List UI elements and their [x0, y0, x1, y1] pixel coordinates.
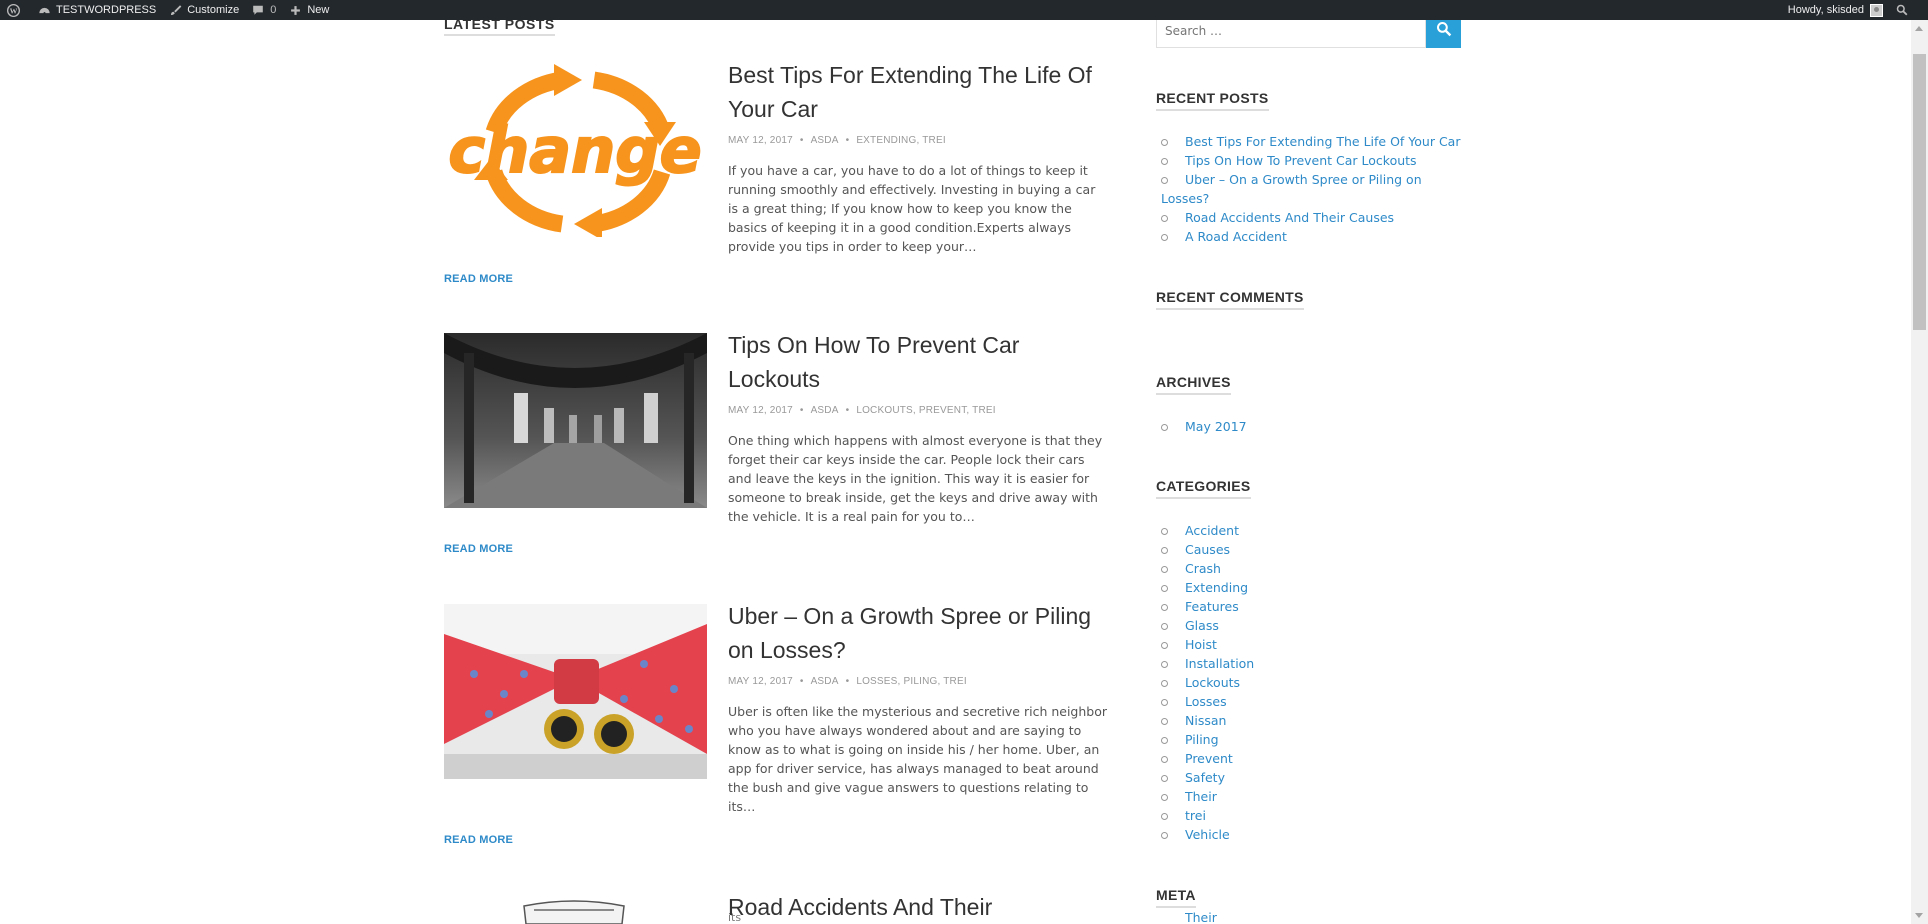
wordpress-logo-button[interactable]: W — [0, 0, 31, 20]
post-categories[interactable]: LOCKOUTS, PREVENT, TREI — [856, 405, 995, 416]
post-author[interactable]: ASDA — [811, 135, 839, 146]
post-author[interactable]: ASDA — [811, 405, 839, 416]
site-name-label: TESTWORDPRESS — [56, 4, 157, 16]
recent-post-link[interactable]: Uber – On a Growth Spree or Piling on Lo… — [1156, 170, 1461, 208]
archives-title: ARCHIVES — [1156, 374, 1231, 395]
post-categories[interactable]: EXTENDING, TREI — [856, 135, 946, 146]
category-link[interactable]: Extending — [1156, 578, 1461, 597]
recent-comments-title: RECENT COMMENTS — [1156, 289, 1304, 310]
category-link[interactable]: Prevent — [1156, 749, 1461, 768]
recent-post-link[interactable]: Tips On How To Prevent Car Lockouts — [1156, 151, 1461, 170]
post-author[interactable]: ASDA — [811, 676, 839, 687]
read-more-link[interactable]: READ MORE — [444, 543, 513, 555]
category-link[interactable]: Crash — [1156, 559, 1461, 578]
read-more-link[interactable]: READ MORE — [444, 834, 513, 846]
post-date[interactable]: MAY 12, 2017 — [728, 405, 793, 416]
category-link[interactable]: Hoist — [1156, 635, 1461, 654]
scrollbar-thumb[interactable] — [1913, 54, 1926, 330]
category-link[interactable]: Glass — [1156, 616, 1461, 635]
comments-link[interactable]: 0 — [245, 0, 282, 20]
post-thumbnail-change[interactable]: change — [444, 62, 707, 237]
meta-title: META — [1156, 887, 1196, 908]
site-name-link[interactable]: TESTWORDPRESS — [31, 0, 162, 20]
meta-partial-link[interactable]: Their — [1185, 912, 1217, 924]
wordpress-icon: W — [6, 3, 20, 17]
scroll-up-arrow-icon[interactable] — [1915, 26, 1923, 31]
dashboard-icon — [37, 3, 51, 17]
svg-text:change: change — [448, 114, 701, 187]
category-link[interactable]: Accident — [1156, 521, 1461, 540]
category-link[interactable]: Safety — [1156, 768, 1461, 787]
category-link[interactable]: Nissan — [1156, 711, 1461, 730]
category-link[interactable]: Installation — [1156, 654, 1461, 673]
post-title-link[interactable]: Uber – On a Growth Spree or Piling on Lo… — [728, 599, 1098, 667]
archives-list: May 2017 — [1156, 417, 1461, 436]
search-icon — [1895, 3, 1909, 17]
read-more-link[interactable]: READ MORE — [444, 273, 513, 285]
admin-bar: W TESTWORDPRESS Customize 0 New Howdy, s… — [0, 0, 1928, 20]
plus-icon — [288, 3, 302, 17]
customize-label: Customize — [187, 4, 240, 16]
categories-title: CATEGORIES — [1156, 478, 1251, 499]
post-excerpt: If you have a car, you have to do a lot … — [728, 163, 1096, 254]
recent-posts-title: RECENT POSTS — [1156, 90, 1269, 111]
svg-text:W: W — [9, 6, 17, 15]
archive-link[interactable]: May 2017 — [1156, 417, 1461, 436]
recent-post-link[interactable]: Road Accidents And Their Causes — [1156, 208, 1461, 227]
recent-post-link[interactable]: Best Tips For Extending The Life Of Your… — [1156, 132, 1461, 151]
categories-list: Accident Causes Crash Extending Features… — [1156, 521, 1461, 844]
comments-count: 0 — [270, 4, 277, 16]
category-link[interactable]: Losses — [1156, 692, 1461, 711]
search-icon — [1436, 21, 1452, 41]
post-excerpt: Uber is often like the mysterious and se… — [728, 704, 1107, 814]
new-content-link[interactable]: New — [282, 0, 335, 20]
category-link[interactable]: Their — [1156, 787, 1461, 806]
page-scrollbar[interactable] — [1911, 20, 1928, 924]
comment-bubble-icon — [251, 3, 265, 17]
post-date[interactable]: MAY 12, 2017 — [728, 676, 793, 687]
post-title-link[interactable]: Best Tips For Extending The Life Of Your… — [728, 58, 1098, 126]
post-thumbnail-bowtie[interactable] — [444, 604, 707, 779]
recent-post-link[interactable]: A Road Accident — [1156, 227, 1461, 246]
category-link[interactable]: trei — [1156, 806, 1461, 825]
scroll-down-arrow-icon[interactable] — [1915, 913, 1923, 918]
post-categories[interactable]: LOSSES, PILING, TREI — [856, 676, 967, 687]
avatar — [1870, 3, 1883, 17]
my-account-link[interactable]: Howdy, skisded — [1782, 0, 1889, 20]
brush-icon — [168, 3, 182, 17]
post-meta: MAY 12, 2017 • ASDA • EXTENDING, TREI — [728, 135, 946, 146]
recent-posts-list: Best Tips For Extending The Life Of Your… — [1156, 132, 1461, 246]
post-date[interactable]: MAY 12, 2017 — [728, 135, 793, 146]
post-title-link[interactable]: Tips On How To Prevent Car Lockouts — [728, 328, 1098, 396]
category-link[interactable]: Causes — [1156, 540, 1461, 559]
post-meta: MAY 12, 2017 • ASDA • LOCKOUTS, PREVENT, TRE… — [728, 405, 996, 416]
customize-link[interactable]: Customize — [162, 0, 245, 20]
category-link[interactable]: Piling — [1156, 730, 1461, 749]
greeting-label: Howdy, skisded — [1787, 4, 1864, 16]
post-thumbnail-cathedral[interactable] — [444, 333, 707, 508]
post-excerpt: One thing which happens with almost ever… — [728, 433, 1103, 524]
category-link[interactable]: Lockouts — [1156, 673, 1461, 692]
new-label: New — [307, 4, 330, 16]
admin-search-button[interactable] — [1889, 0, 1920, 20]
post-excerpt-partial: its — [728, 911, 742, 924]
post-meta: MAY 12, 2017 • ASDA • LOSSES, PILING, TREI — [728, 676, 967, 687]
post-thumbnail-partial[interactable] — [444, 894, 707, 924]
category-link[interactable]: Vehicle — [1156, 825, 1461, 844]
category-link[interactable]: Features — [1156, 597, 1461, 616]
